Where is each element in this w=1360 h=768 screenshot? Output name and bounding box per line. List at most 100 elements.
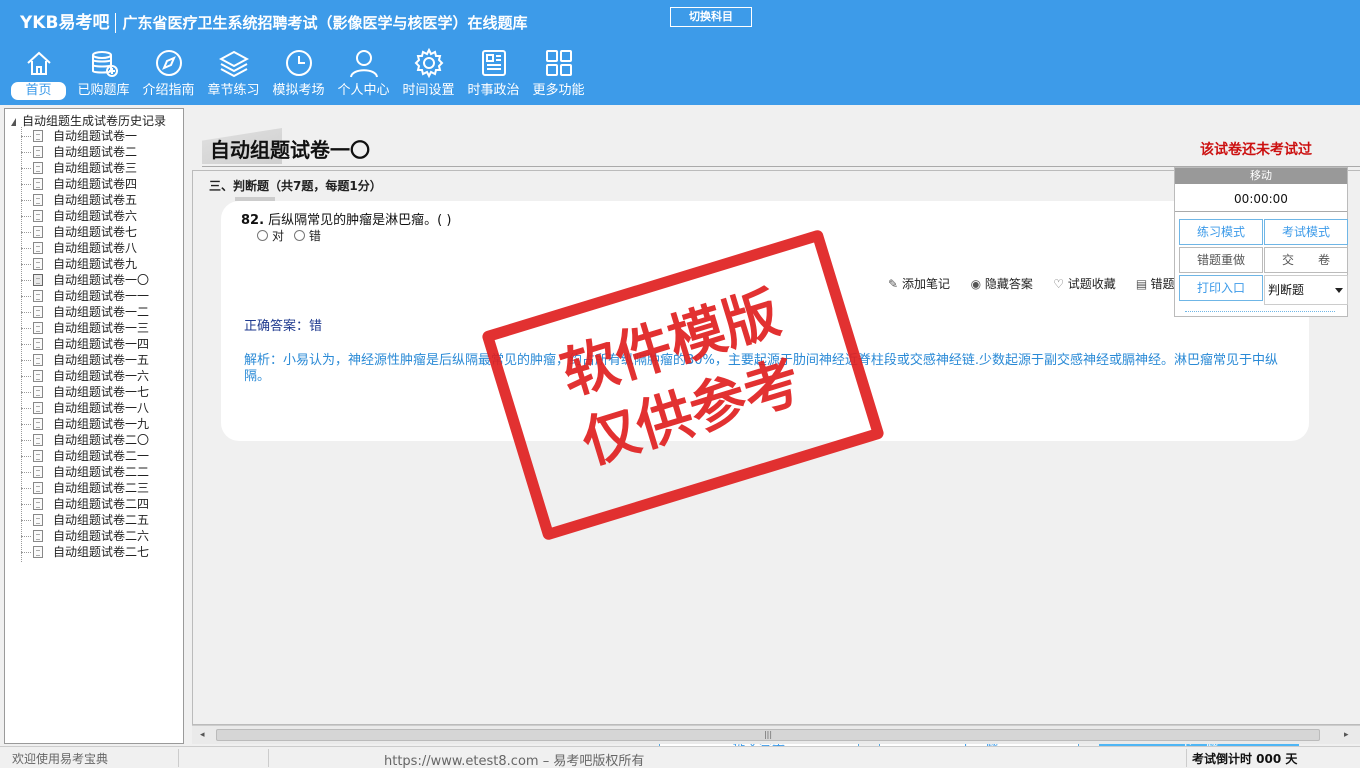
- tree-item[interactable]: 自动组题试卷五: [21, 192, 149, 208]
- tree-item[interactable]: 自动组题试卷一一: [21, 288, 149, 304]
- document-icon: [33, 322, 43, 334]
- tree-item[interactable]: 自动组题试卷七: [21, 224, 149, 240]
- error-button[interactable]: ▤ 错题: [1136, 277, 1175, 291]
- nav-label-more: 更多功能: [532, 83, 585, 98]
- document-icon: [33, 354, 43, 366]
- app-logo: YKB易考吧: [20, 13, 110, 33]
- switch-subject-button[interactable]: 切换科目: [670, 7, 752, 27]
- paper-status: 该试卷还未考试过: [1200, 142, 1312, 158]
- option-false-radio[interactable]: [293, 230, 305, 241]
- question-type-select[interactable]: 判断题: [1264, 275, 1348, 305]
- tree-item-label: 自动组题试卷六: [53, 209, 138, 223]
- status-countdown: 考试倒计时 000 天: [1192, 752, 1298, 766]
- question-stem: 后纵隔常见的肿瘤是淋巴瘤。( ): [268, 213, 452, 228]
- tree-item-label: 自动组题试卷三: [53, 161, 138, 175]
- nav-item-news[interactable]: 时事政治: [461, 48, 526, 100]
- tree-item[interactable]: 自动组题试卷二五: [21, 512, 149, 528]
- tree-item[interactable]: 自动组题试卷一: [21, 128, 149, 144]
- tree-item[interactable]: 自动组题试卷二四: [21, 496, 149, 512]
- tree-item[interactable]: 自动组题试卷二七: [21, 544, 149, 560]
- tree-item-label: 自动组题试卷九: [53, 257, 138, 271]
- status-bar: 欢迎使用易考宝典 https://www.etest8.com – 易考吧版权所…: [0, 746, 1360, 768]
- tree-item[interactable]: 自动组题试卷一六: [21, 368, 149, 384]
- nav-item-mock[interactable]: 模拟考场: [266, 48, 331, 100]
- tree-item[interactable]: 自动组题试卷一九: [21, 416, 149, 432]
- nav-item-chapter[interactable]: 章节练习: [201, 48, 266, 100]
- tree-item[interactable]: 自动组题试卷四: [21, 176, 149, 192]
- document-icon: [33, 210, 43, 222]
- tree-item[interactable]: 自动组题试卷一七: [21, 384, 149, 400]
- document-icon: [33, 194, 43, 206]
- nav-label-mock: 模拟考场: [272, 83, 325, 98]
- tree-item[interactable]: 自动组题试卷一二: [21, 304, 149, 320]
- app-title: 广东省医疗卫生系统招聘考试（影像医学与核医学）在线题库: [122, 14, 528, 32]
- tree-item[interactable]: 自动组题试卷六: [21, 208, 149, 224]
- scroll-left-icon[interactable]: ◂: [200, 730, 205, 740]
- tree-item[interactable]: 自动组题试卷二一: [21, 448, 149, 464]
- tree-item[interactable]: 自动组题试卷一四: [21, 336, 149, 352]
- home-icon: [26, 51, 51, 75]
- scroll-right-icon[interactable]: ▸: [1344, 730, 1349, 740]
- question-options: 对 错: [257, 227, 327, 244]
- document-icon: [33, 370, 43, 382]
- document-icon: [33, 306, 43, 318]
- app-brand: YKB易考吧 广东省医疗卫生系统招聘考试（影像医学与核医学）在线题库: [20, 8, 527, 33]
- expand-triangle-icon[interactable]: [11, 117, 16, 126]
- nav-item-guide[interactable]: 介绍指南: [136, 48, 201, 100]
- nav-item-profile[interactable]: 个人中心: [331, 48, 396, 100]
- tree-item-label: 自动组题试卷一四: [53, 337, 150, 351]
- tree-item[interactable]: 自动组题试卷三: [21, 160, 149, 176]
- tree-item[interactable]: 自动组题试卷八: [21, 240, 149, 256]
- hide-answer-button[interactable]: ◉ 隐藏答案: [970, 277, 1033, 291]
- nav-label-purchased: 已购题库: [77, 83, 130, 98]
- nav-item-home[interactable]: 首页: [6, 48, 71, 100]
- tree-item[interactable]: 自动组题试卷二六: [21, 528, 149, 544]
- grid-icon: [545, 50, 572, 76]
- question-text: 82. 后纵隔常见的肿瘤是淋巴瘤。( ): [241, 209, 451, 228]
- tree-item[interactable]: 自动组题试卷一八: [21, 400, 149, 416]
- tree-item[interactable]: 自动组题试卷二二: [21, 464, 149, 480]
- nav-item-purchased[interactable]: 已购题库: [71, 48, 136, 100]
- eye-icon: ◉: [970, 277, 982, 291]
- print-button[interactable]: 打印入口: [1179, 275, 1263, 301]
- nav-label-chapter: 章节练习: [207, 83, 260, 98]
- nav-label-time: 时间设置: [402, 83, 455, 98]
- exam-mode-button[interactable]: 考试模式: [1264, 219, 1348, 245]
- exam-control-panel: 移动 00:00:00 练习模式 考试模式 错题重做 交 卷 打印入口 判断题: [1174, 167, 1348, 317]
- tree-item[interactable]: 自动组题试卷九: [21, 256, 149, 272]
- tree-item[interactable]: 自动组题试卷一三: [21, 320, 149, 336]
- practice-mode-button[interactable]: 练习模式: [1179, 219, 1263, 245]
- tree-item-label: 自动组题试卷八: [53, 241, 138, 255]
- paper-title: 自动组题试卷一〇: [210, 138, 370, 162]
- nav-label-news: 时事政治: [467, 83, 520, 98]
- tree-item-label: 自动组题试卷二〇: [53, 433, 150, 447]
- submit-paper-button[interactable]: 交 卷: [1264, 247, 1348, 273]
- add-note-button[interactable]: ✎ 添加笔记: [887, 277, 950, 291]
- tree-item[interactable]: 自动组题试卷二: [21, 144, 149, 160]
- tree-item[interactable]: 自动组题试卷二〇: [21, 432, 149, 448]
- newspaper-icon: [481, 50, 506, 76]
- tree-item-label: 自动组题试卷二二: [53, 465, 150, 479]
- horizontal-scrollbar[interactable]: ◂ ||| ▸: [192, 725, 1360, 744]
- tree-item-label: 自动组题试卷二四: [53, 497, 150, 511]
- document-icon: [33, 258, 43, 270]
- redo-errors-button[interactable]: 错题重做: [1179, 247, 1263, 273]
- exam-timer: 00:00:00: [1175, 186, 1347, 212]
- nav-item-time[interactable]: 时间设置: [396, 48, 461, 100]
- main-nav: 首页 已购题库 介绍指南 章节练习 模拟考场 个人中心 时间设置 时事政治 更多…: [6, 48, 591, 100]
- tree-item[interactable]: 自动组题试卷一五: [21, 352, 149, 368]
- nav-label-home: 首页: [11, 82, 66, 100]
- nav-item-more[interactable]: 更多功能: [526, 48, 591, 100]
- favorite-button[interactable]: ♡ 试题收藏: [1053, 277, 1115, 291]
- tree-item[interactable]: 自动组题试卷一〇: [21, 272, 149, 288]
- panel-move-handle[interactable]: 移动: [1175, 168, 1347, 184]
- option-true-radio[interactable]: [257, 230, 268, 241]
- tree-item-label: 自动组题试卷五: [53, 193, 138, 207]
- tree-item-label: 自动组题试卷一三: [53, 321, 150, 335]
- document-icon: [33, 498, 43, 510]
- tree-item[interactable]: 自动组题试卷二三: [21, 480, 149, 496]
- tree-item-label: 自动组题试卷二三: [53, 481, 150, 495]
- document-icon: [33, 226, 43, 238]
- tree-root[interactable]: 自动组题生成试卷历史记录: [11, 112, 166, 129]
- scrollbar-thumb[interactable]: |||: [216, 729, 1320, 741]
